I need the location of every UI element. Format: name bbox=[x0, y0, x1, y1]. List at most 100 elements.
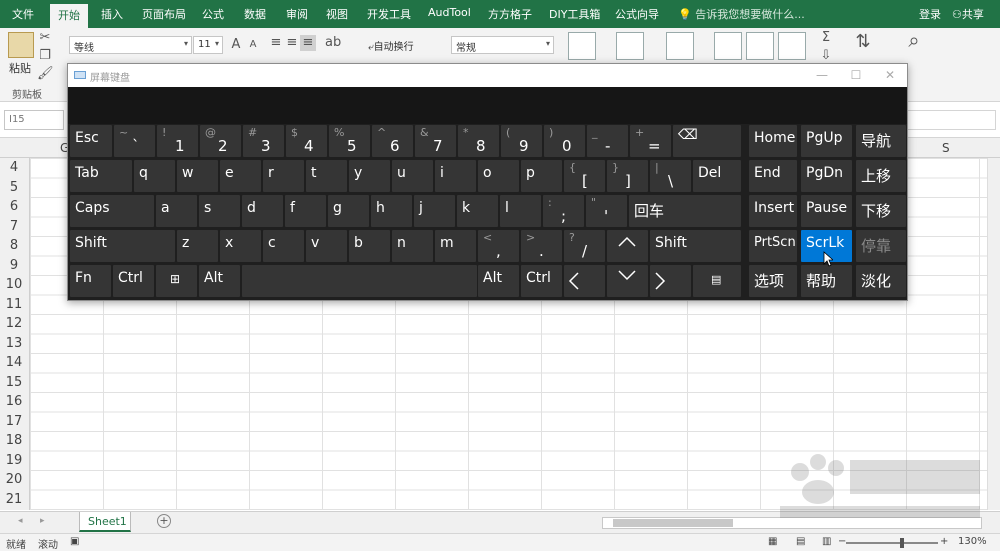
cut-icon[interactable]: ✂ bbox=[37, 30, 53, 46]
tab-data[interactable]: 数据 bbox=[244, 6, 266, 22]
sheet-scroll-left-icon[interactable]: ◂ bbox=[18, 516, 23, 526]
row-header-20[interactable]: 20 bbox=[0, 472, 28, 487]
cell-styles-icon[interactable] bbox=[666, 32, 694, 60]
align-top-icon[interactable]: ≡ bbox=[268, 35, 284, 51]
key-period[interactable]: >. bbox=[521, 230, 562, 262]
key-7[interactable]: & 7 bbox=[415, 125, 456, 157]
key-quote[interactable]: " ' bbox=[586, 195, 627, 227]
find-select-icon[interactable]: ⌕ bbox=[906, 30, 922, 50]
tab-home[interactable]: 开始 bbox=[50, 4, 88, 28]
tab-fangfang[interactable]: 方方格子 bbox=[488, 6, 532, 22]
format-painter-icon[interactable]: 🖌 bbox=[37, 66, 54, 82]
key-u[interactable]: u bbox=[392, 160, 433, 192]
key-d[interactable]: d bbox=[242, 195, 283, 227]
key-m[interactable]: m bbox=[435, 230, 476, 262]
key-fade[interactable]: 淡化 bbox=[856, 265, 906, 297]
key-right-alt[interactable]: Alt bbox=[478, 265, 519, 297]
osk-title-bar[interactable]: 屏幕键盘 — ☐ ✕ bbox=[68, 64, 907, 87]
key-enter[interactable]: 回车 bbox=[629, 195, 741, 227]
key-1[interactable]: ! 1 bbox=[157, 125, 198, 157]
key-pgup[interactable]: PgUp bbox=[801, 125, 852, 157]
key-fn[interactable]: Fn bbox=[70, 265, 111, 297]
tab-view[interactable]: 视图 bbox=[326, 6, 348, 22]
tab-formula-wizard[interactable]: 公式向导 bbox=[615, 6, 659, 22]
conditional-format-icon[interactable] bbox=[568, 32, 596, 60]
key-backslash[interactable]: | \ bbox=[650, 160, 691, 192]
row-header-8[interactable]: 8 bbox=[0, 238, 28, 253]
key-left-bracket[interactable]: {[ bbox=[564, 160, 605, 192]
grow-font-icon[interactable]: A bbox=[228, 37, 244, 53]
name-box[interactable]: I15 bbox=[4, 110, 64, 130]
key-b[interactable]: b bbox=[349, 230, 390, 262]
insert-cells-icon[interactable] bbox=[714, 32, 742, 60]
key-g[interactable]: g bbox=[328, 195, 369, 227]
key-space[interactable] bbox=[242, 265, 477, 297]
tab-diy-toolbox[interactable]: DIY工具箱 bbox=[549, 6, 600, 22]
tab-developer[interactable]: 开发工具 bbox=[367, 6, 411, 22]
key-menu[interactable]: ▤ bbox=[693, 265, 741, 297]
maximize-icon[interactable]: ☐ bbox=[846, 66, 866, 84]
key-e[interactable]: e bbox=[220, 160, 261, 192]
key-r[interactable]: r bbox=[263, 160, 304, 192]
key-4[interactable]: $4 bbox=[286, 125, 327, 157]
close-icon[interactable]: ✕ bbox=[880, 66, 900, 84]
zoom-level[interactable]: 130% bbox=[958, 536, 987, 547]
autosum-icon[interactable]: Σ bbox=[818, 30, 834, 46]
key-h[interactable]: h bbox=[371, 195, 412, 227]
macro-record-icon[interactable]: ▣ bbox=[70, 536, 79, 547]
key-left-arrow[interactable] bbox=[564, 265, 605, 297]
key-5[interactable]: % 5 bbox=[329, 125, 370, 157]
key-comma[interactable]: <, bbox=[478, 230, 519, 262]
add-sheet-icon[interactable]: + bbox=[157, 514, 171, 528]
paste-label[interactable]: 粘贴 bbox=[9, 60, 31, 76]
tab-review[interactable]: 审阅 bbox=[286, 6, 308, 22]
key-navigate[interactable]: 导航 bbox=[856, 125, 906, 157]
row-header-10[interactable]: 10 bbox=[0, 277, 28, 292]
key-right-arrow[interactable] bbox=[650, 265, 691, 297]
key-up-arrow[interactable] bbox=[607, 230, 648, 262]
tab-formulas[interactable]: 公式 bbox=[202, 6, 224, 22]
tab-insert[interactable]: 插入 bbox=[101, 6, 123, 22]
delete-cells-icon[interactable] bbox=[746, 32, 774, 60]
row-header-18[interactable]: 18 bbox=[0, 433, 28, 448]
row-header-4[interactable]: 4 bbox=[0, 160, 28, 175]
tab-file[interactable]: 文件 bbox=[12, 6, 34, 22]
number-format-select[interactable]: 常规 ▾ bbox=[451, 36, 554, 54]
paste-icon[interactable] bbox=[8, 32, 34, 58]
column-s-header[interactable]: S bbox=[942, 141, 950, 155]
row-header-15[interactable]: 15 bbox=[0, 375, 28, 390]
login-link[interactable]: 登录 bbox=[919, 6, 941, 22]
page-layout-view-icon[interactable]: ▤ bbox=[796, 536, 805, 547]
key-x[interactable]: x bbox=[220, 230, 261, 262]
key-minus[interactable]: _ - bbox=[587, 125, 628, 157]
tell-me-search[interactable]: 💡 告诉我您想要做什么... bbox=[678, 6, 805, 22]
key-home[interactable]: Home bbox=[749, 125, 797, 157]
row-header-16[interactable]: 16 bbox=[0, 394, 28, 409]
row-header-19[interactable]: 19 bbox=[0, 453, 28, 468]
share-button[interactable]: ⚇共享 bbox=[952, 6, 984, 22]
minimize-icon[interactable]: — bbox=[812, 66, 832, 84]
format-cells-icon[interactable] bbox=[778, 32, 806, 60]
page-break-view-icon[interactable]: ▥ bbox=[822, 536, 831, 547]
align-bottom-icon[interactable]: ≡ bbox=[300, 35, 316, 51]
key-o[interactable]: o bbox=[478, 160, 519, 192]
key-w[interactable]: w bbox=[177, 160, 218, 192]
key-prtscn[interactable]: PrtScn bbox=[749, 230, 797, 262]
key-left-ctrl[interactable]: Ctrl bbox=[113, 265, 154, 297]
key-right-ctrl[interactable]: Ctrl bbox=[521, 265, 562, 297]
key-tab[interactable]: Tab bbox=[70, 160, 132, 192]
copy-icon[interactable]: ❐ bbox=[37, 48, 53, 64]
wrap-text-button[interactable]: ⤶自动换行 bbox=[368, 38, 414, 53]
font-size-select[interactable]: 11 ▾ bbox=[193, 36, 223, 54]
key-left-shift[interactable]: Shift bbox=[70, 230, 175, 262]
key-move-up[interactable]: 上移 bbox=[856, 160, 906, 192]
row-header-14[interactable]: 14 bbox=[0, 355, 28, 370]
key-pgdn[interactable]: PgDn bbox=[801, 160, 852, 192]
key-y[interactable]: y bbox=[349, 160, 390, 192]
zoom-slider-thumb[interactable] bbox=[900, 538, 904, 548]
key-backspace[interactable]: ⌫ bbox=[673, 125, 741, 157]
key-move-down[interactable]: 下移 bbox=[856, 195, 906, 227]
key-q[interactable]: q bbox=[134, 160, 175, 192]
zoom-slider[interactable] bbox=[846, 542, 938, 544]
font-name-select[interactable]: 等线 ▾ bbox=[69, 36, 192, 54]
